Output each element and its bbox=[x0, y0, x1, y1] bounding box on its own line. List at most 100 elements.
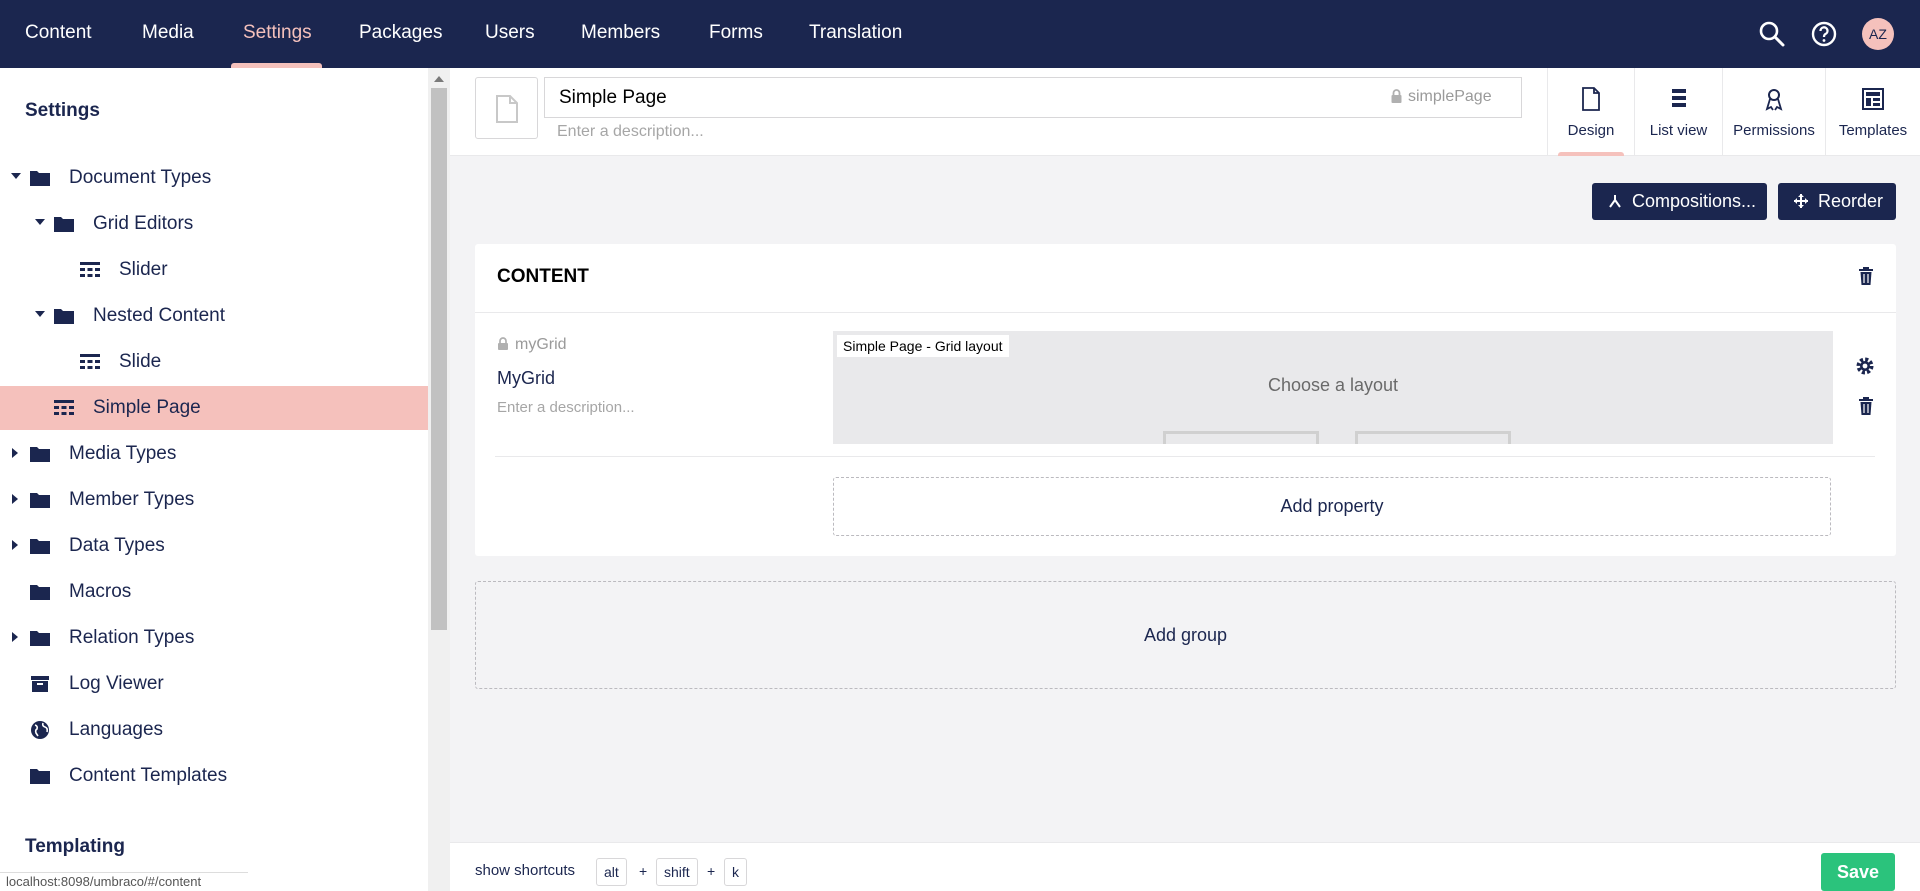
folder-icon bbox=[54, 309, 74, 324]
property-alias[interactable]: myGrid bbox=[515, 336, 567, 354]
reorder-button[interactable]: Reorder bbox=[1778, 183, 1896, 220]
add-group-button[interactable]: Add group bbox=[475, 581, 1896, 689]
folder-icon bbox=[30, 493, 50, 508]
caret-down-icon[interactable] bbox=[11, 173, 21, 179]
folder-icon bbox=[54, 217, 74, 232]
alias-field[interactable]: simplePage bbox=[1408, 88, 1492, 106]
scroll-up-arrow-icon[interactable] bbox=[434, 76, 444, 82]
document-type-icon-picker[interactable] bbox=[475, 77, 538, 139]
folder-icon bbox=[30, 447, 50, 462]
add-property-button[interactable]: Add property bbox=[833, 477, 1831, 536]
divider bbox=[475, 312, 1896, 313]
nav-forms[interactable]: Forms bbox=[709, 0, 763, 68]
box-icon bbox=[31, 676, 49, 692]
lock-icon[interactable] bbox=[1390, 89, 1403, 104]
tree-item-label: Slide bbox=[119, 351, 162, 372]
caret-right-icon[interactable] bbox=[12, 632, 18, 642]
tree-item-label: Languages bbox=[69, 719, 164, 740]
folder-icon bbox=[30, 769, 50, 784]
group-title[interactable]: CONTENT bbox=[497, 266, 589, 288]
tree-item-log-viewer[interactable]: Log Viewer bbox=[0, 662, 428, 706]
tree-item-label: Log Viewer bbox=[69, 673, 164, 694]
tree-item-relation-types[interactable]: Relation Types bbox=[0, 616, 428, 660]
nav-content[interactable]: Content bbox=[25, 0, 92, 68]
shortcut-key: k bbox=[724, 858, 747, 886]
trash-icon[interactable] bbox=[1858, 267, 1874, 286]
tree-item-label: Simple Page bbox=[93, 397, 201, 418]
tree-item-grid-editors[interactable]: Grid Editors bbox=[0, 202, 428, 246]
gear-icon[interactable] bbox=[1855, 356, 1875, 376]
nav-members[interactable]: Members bbox=[581, 0, 660, 68]
folder-icon bbox=[30, 171, 50, 186]
tab-permissions[interactable]: Permissions bbox=[1722, 68, 1825, 156]
tree-item-label: Relation Types bbox=[69, 627, 195, 648]
name-input[interactable] bbox=[544, 77, 1522, 118]
tree-item-label: Grid Editors bbox=[93, 213, 194, 234]
folder-icon bbox=[30, 539, 50, 554]
tree-item-macros[interactable]: Macros bbox=[0, 570, 428, 614]
caret-right-icon[interactable] bbox=[12, 494, 18, 504]
tree-item-label: Nested Content bbox=[93, 305, 226, 326]
nav-media[interactable]: Media bbox=[142, 0, 194, 68]
caret-right-icon[interactable] bbox=[12, 540, 18, 550]
lock-icon[interactable] bbox=[497, 337, 509, 351]
folder-icon bbox=[30, 585, 50, 600]
shortcut-key: shift bbox=[656, 858, 698, 886]
grid-layout-preview[interactable]: Simple Page - Grid layout Choose a layou… bbox=[833, 331, 1833, 444]
tree-item-document-types[interactable]: Document Types bbox=[0, 156, 428, 200]
search-icon[interactable] bbox=[1756, 18, 1788, 50]
tab-list-view[interactable]: List view bbox=[1634, 68, 1722, 156]
tab-design[interactable]: Design bbox=[1547, 68, 1634, 156]
tree-item-simple-page[interactable]: Simple Page bbox=[0, 386, 428, 430]
tree-item-slide[interactable]: Slide bbox=[0, 340, 428, 384]
grid-icon bbox=[54, 400, 74, 415]
help-icon[interactable] bbox=[1808, 18, 1840, 50]
tree-item-nested-content[interactable]: Nested Content bbox=[0, 294, 428, 338]
document-icon bbox=[496, 95, 518, 123]
nav-settings[interactable]: Settings bbox=[243, 0, 312, 68]
shortcut-plus: + bbox=[639, 863, 648, 879]
tab-label: Templates bbox=[1838, 122, 1908, 139]
tree-item-label: Content Templates bbox=[69, 765, 228, 786]
sidebar-section-templating[interactable]: Templating bbox=[25, 836, 125, 858]
sidebar-title: Settings bbox=[25, 100, 100, 121]
preview-label: Simple Page - Grid layout bbox=[837, 335, 1009, 357]
tree-item-content-templates[interactable]: Content Templates bbox=[0, 754, 428, 798]
caret-down-icon[interactable] bbox=[35, 311, 45, 317]
layout-thumbnail bbox=[1163, 431, 1319, 444]
caret-down-icon[interactable] bbox=[35, 219, 45, 225]
user-avatar[interactable]: AZ bbox=[1862, 18, 1894, 50]
tree-item-member-types[interactable]: Member Types bbox=[0, 478, 428, 522]
scrollbar-thumb[interactable] bbox=[431, 88, 447, 630]
compositions-label: Compositions... bbox=[1632, 191, 1757, 211]
property-description[interactable]: Enter a description... bbox=[497, 399, 635, 416]
nav-packages[interactable]: Packages bbox=[359, 0, 442, 68]
nav-translation[interactable]: Translation bbox=[809, 0, 902, 68]
tab-templates[interactable]: Templates bbox=[1825, 68, 1920, 156]
tree-item-data-types[interactable]: Data Types bbox=[0, 524, 428, 568]
description-input[interactable]: Enter a description... bbox=[557, 123, 704, 141]
compositions-button[interactable]: Compositions... bbox=[1592, 183, 1767, 220]
tree-item-media-types[interactable]: Media Types bbox=[0, 432, 428, 476]
tab-active-indicator bbox=[1558, 152, 1624, 156]
tree-item-label: Media Types bbox=[69, 443, 177, 464]
nav-users[interactable]: Users bbox=[485, 0, 535, 68]
tree-item-languages[interactable]: Languages bbox=[0, 708, 428, 752]
grid-icon bbox=[80, 354, 100, 369]
tree-item-slider[interactable]: Slider bbox=[0, 248, 428, 292]
show-shortcuts-link[interactable]: show shortcuts bbox=[475, 862, 575, 879]
status-url: localhost:8098/umbraco/#/content bbox=[0, 872, 248, 891]
template-icon bbox=[1862, 88, 1884, 110]
sidebar-scrollbar[interactable] bbox=[428, 68, 450, 891]
caret-right-icon[interactable] bbox=[12, 448, 18, 458]
globe-icon bbox=[31, 721, 49, 739]
divider bbox=[495, 456, 1875, 457]
property-name[interactable]: MyGrid bbox=[497, 368, 555, 389]
shortcut-plus: + bbox=[707, 863, 716, 879]
tree-item-label: Slider bbox=[119, 259, 168, 280]
tree-item-label: Macros bbox=[69, 581, 132, 602]
trash-icon[interactable] bbox=[1858, 397, 1874, 416]
editor-footer: show shortcuts alt + shift + k Save bbox=[450, 842, 1920, 891]
save-button[interactable]: Save bbox=[1821, 853, 1895, 891]
permissions-icon bbox=[1765, 89, 1783, 111]
